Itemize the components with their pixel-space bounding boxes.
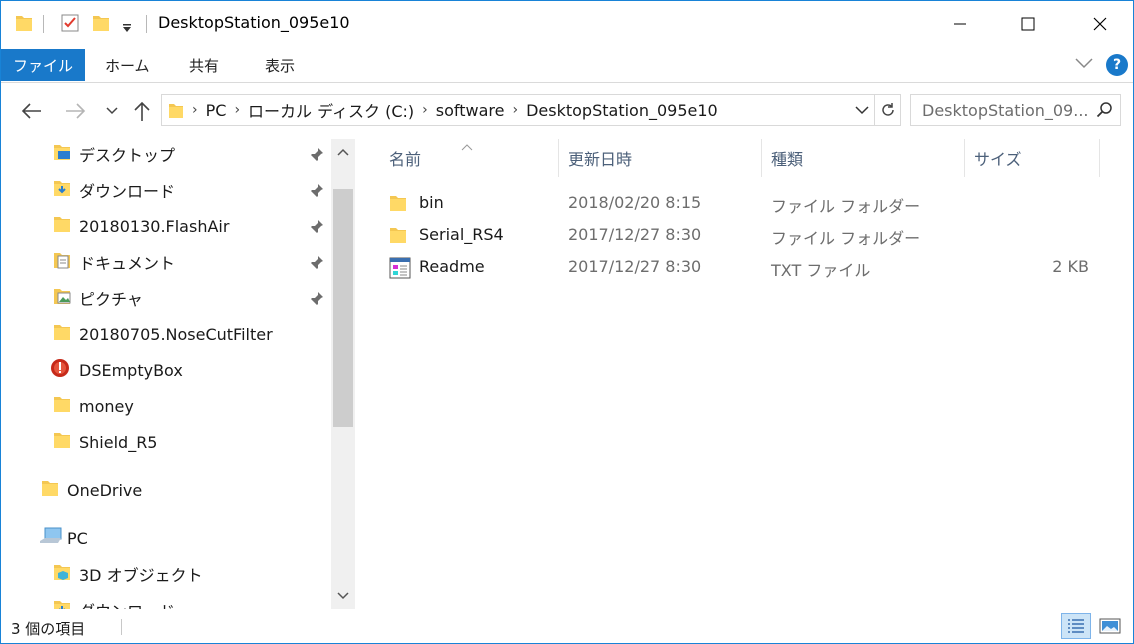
breadcrumb-local-disk[interactable]: ローカル ディスク (C:) — [248, 98, 414, 122]
help-button[interactable]: ? — [1106, 54, 1128, 76]
folder-icon — [389, 225, 409, 249]
pc-icon — [39, 526, 63, 550]
item-count: 3 個の項目 — [11, 620, 86, 638]
pin-icon[interactable] — [309, 290, 325, 310]
breadcrumb-pc[interactable]: PC — [206, 101, 227, 120]
column-header-date[interactable]: 更新日時 — [568, 139, 632, 177]
text-file-icon — [389, 257, 411, 283]
forward-button[interactable] — [63, 99, 89, 123]
file-row[interactable]: Readme 2017/12/27 8:30 TXT ファイル 2 KB — [385, 252, 1105, 282]
refresh-button[interactable] — [874, 95, 900, 125]
column-header-size[interactable]: サイズ — [974, 139, 1022, 177]
scroll-down-icon[interactable] — [331, 583, 355, 609]
nav-item-pictures[interactable]: ピクチャ — [53, 281, 143, 315]
customize-toolbar-icon[interactable] — [121, 19, 133, 37]
explorer-window: DesktopStation_095e10 ファイル ホーム 共有 表示 ? ›… — [0, 0, 1134, 644]
folder-icon — [53, 214, 73, 238]
folder-icon — [41, 478, 61, 502]
pin-icon[interactable] — [309, 254, 325, 274]
file-size: 2 KB — [1052, 257, 1089, 276]
downloads-folder-icon — [53, 598, 73, 609]
nav-item-nosecutfilter[interactable]: 20180705.NoseCutFilter — [53, 317, 273, 351]
file-date: 2017/12/27 8:30 — [568, 225, 702, 244]
folder-icon — [168, 101, 184, 119]
file-name: Serial_RS4 — [419, 225, 504, 244]
file-row[interactable]: bin 2018/02/20 8:15 ファイル フォルダー — [385, 188, 1105, 218]
folder-icon — [53, 322, 73, 346]
nav-item-pc[interactable]: PC — [39, 521, 88, 555]
red-app-icon — [49, 357, 71, 383]
nav-item-documents[interactable]: ドキュメント — [53, 245, 175, 279]
address-bar[interactable]: › PC › ローカル ディスク (C:) › software › Deskt… — [161, 94, 901, 126]
column-header-name[interactable]: 名前 — [389, 139, 421, 177]
folder-icon — [389, 193, 409, 217]
nav-item-onedrive[interactable]: OneDrive — [41, 473, 142, 507]
documents-folder-icon — [53, 250, 73, 274]
recent-locations-button[interactable] — [99, 99, 125, 123]
folder-icon — [53, 394, 73, 418]
pin-icon[interactable] — [309, 218, 325, 238]
nav-item-dsemptybox[interactable]: DSEmptyBox — [49, 353, 183, 387]
window-title: DesktopStation_095e10 — [158, 13, 350, 32]
navigation-pane: デスクトップ ダウンロード 20180130.FlashAir ドキュメント ピ… — [1, 139, 357, 609]
scroll-up-icon[interactable] — [331, 139, 355, 165]
new-folder-icon[interactable] — [92, 13, 110, 37]
folder-icon — [53, 430, 73, 454]
maximize-button[interactable] — [1005, 1, 1051, 47]
file-type: TXT ファイル — [771, 261, 871, 280]
minimize-button[interactable] — [937, 1, 983, 47]
chevron-right-icon[interactable]: › — [192, 102, 198, 118]
folder-icon[interactable] — [15, 13, 33, 37]
file-row[interactable]: Serial_RS4 2017/12/27 8:30 ファイル フォルダー — [385, 220, 1105, 250]
chevron-right-icon[interactable]: › — [512, 102, 518, 118]
file-list: 名前 更新日時 種類 サイズ bin 2018/02/20 8:15 ファイル … — [357, 139, 1133, 609]
3d-objects-folder-icon — [53, 562, 73, 586]
search-placeholder: DesktopStation_09... — [922, 101, 1089, 120]
expand-ribbon-icon[interactable] — [1075, 55, 1093, 73]
tab-file[interactable]: ファイル — [1, 49, 85, 81]
file-name: bin — [419, 193, 444, 212]
nav-item-flashair[interactable]: 20180130.FlashAir — [53, 209, 229, 243]
nav-item-money[interactable]: money — [53, 389, 134, 423]
nav-item-downloads[interactable]: ダウンロード — [53, 173, 175, 207]
navigation-bar: › PC › ローカル ディスク (C:) › software › Deskt… — [1, 83, 1133, 139]
search-input[interactable]: DesktopStation_09... — [910, 94, 1121, 126]
pictures-folder-icon — [53, 286, 73, 310]
file-date: 2018/02/20 8:15 — [568, 193, 702, 212]
pin-icon[interactable] — [309, 182, 325, 202]
file-date: 2017/12/27 8:30 — [568, 257, 702, 276]
up-button[interactable] — [129, 99, 155, 123]
tab-view[interactable]: 表示 — [265, 49, 295, 81]
file-name: Readme — [419, 257, 485, 276]
file-type: ファイル フォルダー — [771, 197, 921, 216]
chevron-right-icon[interactable]: › — [422, 102, 428, 118]
status-bar: 3 個の項目 — [1, 609, 1133, 643]
address-dropdown-icon[interactable] — [850, 95, 874, 125]
search-icon[interactable] — [1096, 101, 1114, 123]
large-icons-view-button[interactable] — [1095, 613, 1125, 639]
chevron-right-icon[interactable]: › — [234, 102, 240, 118]
desktop-folder-icon — [53, 142, 73, 166]
pin-icon[interactable] — [309, 146, 325, 166]
close-button[interactable] — [1077, 1, 1123, 47]
column-header-type[interactable]: 種類 — [771, 139, 803, 177]
breadcrumb-current[interactable]: DesktopStation_095e10 — [526, 101, 718, 120]
breadcrumb-software[interactable]: software — [436, 101, 505, 120]
nav-item-shield[interactable]: Shield_R5 — [53, 425, 157, 459]
file-type: ファイル フォルダー — [771, 229, 921, 248]
navpane-scrollbar[interactable] — [331, 139, 355, 609]
details-view-button[interactable] — [1061, 613, 1091, 639]
sort-ascending-icon — [461, 137, 473, 155]
title-bar: DesktopStation_095e10 — [1, 1, 1133, 47]
downloads-folder-icon — [53, 178, 73, 202]
tab-share[interactable]: 共有 — [189, 49, 219, 81]
nav-item-downloads-pc[interactable]: ダウンロード — [53, 593, 175, 609]
tab-home[interactable]: ホーム — [105, 49, 150, 81]
nav-item-desktop[interactable]: デスクトップ — [53, 139, 175, 171]
ribbon-tabs: ファイル ホーム 共有 表示 — [1, 47, 1133, 83]
back-button[interactable] — [18, 99, 44, 123]
nav-item-3d-objects[interactable]: 3D オブジェクト — [53, 557, 203, 591]
scroll-thumb[interactable] — [333, 189, 353, 427]
properties-icon[interactable] — [60, 13, 80, 37]
